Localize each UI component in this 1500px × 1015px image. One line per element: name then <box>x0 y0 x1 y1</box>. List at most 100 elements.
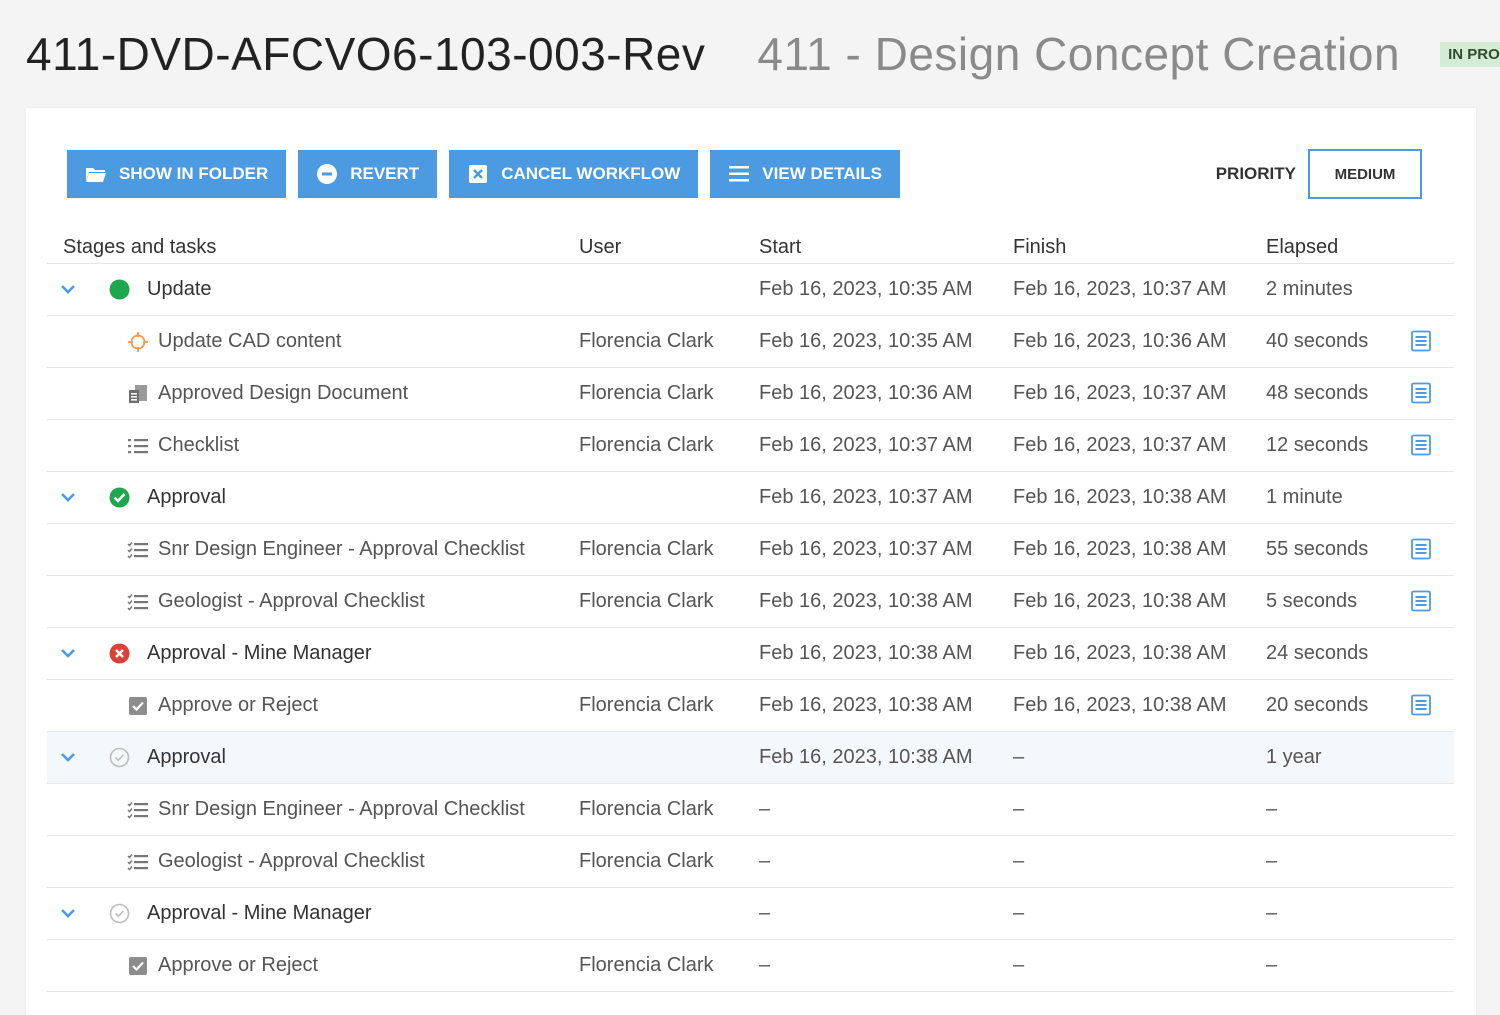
task-row[interactable]: Checklist Florencia Clark Feb 16, 2023, 10… <box>47 420 1454 472</box>
finish-time: – <box>1013 746 1025 768</box>
minus-circle-icon <box>316 163 338 185</box>
finish-time: Feb 16, 2023, 10:38 AM <box>1013 538 1227 560</box>
close-box-icon <box>467 163 489 185</box>
elapsed-time: 55 seconds <box>1266 538 1369 560</box>
column-header-user: User <box>579 236 622 258</box>
task-name: Update CAD content <box>158 330 342 352</box>
task-row[interactable]: Approved Design Document Florencia Clark F… <box>47 368 1454 420</box>
finish-time: – <box>1013 850 1025 872</box>
task-details-icon[interactable] <box>1410 590 1432 612</box>
task-name: Approve or Reject <box>158 694 319 716</box>
start-time: Feb 16, 2023, 10:38 AM <box>759 694 973 716</box>
start-time: – <box>759 850 771 872</box>
stage-name: Approval - Mine Manager <box>147 902 372 924</box>
elapsed-time: – <box>1266 798 1278 820</box>
task-row[interactable]: Geologist - Approval Checklist Florencia … <box>47 576 1454 628</box>
column-header-elapsed: Elapsed <box>1266 236 1339 258</box>
finish-time: Feb 16, 2023, 10:36 AM <box>1013 330 1227 352</box>
start-time: Feb 16, 2023, 10:35 AM <box>759 330 973 352</box>
stage-name: Update <box>147 278 212 300</box>
revert-button[interactable]: REVERT <box>298 150 438 198</box>
folder-icon <box>85 163 107 185</box>
start-time: Feb 16, 2023, 10:37 AM <box>759 486 973 508</box>
task-user: Florencia Clark <box>579 590 714 612</box>
task-row[interactable]: Snr Design Engineer - Approval Checklist… <box>47 784 1454 836</box>
priority-label: PRIORITY <box>1215 164 1296 183</box>
document-id: 411-DVD-AFCVO6-103-003-Rev <box>26 28 706 80</box>
show-in-folder-label: SHOW IN FOLDER <box>119 164 269 183</box>
elapsed-time: 12 seconds <box>1266 434 1369 456</box>
task-row[interactable]: Update CAD content Florencia Clark Feb 16,… <box>47 316 1454 368</box>
status-rejected-icon <box>109 643 130 664</box>
checklist-icon <box>127 591 149 613</box>
start-time: – <box>759 902 771 924</box>
chevron-down-icon[interactable] <box>59 280 77 298</box>
elapsed-time: 24 seconds <box>1266 642 1369 664</box>
table-body: Update Feb 16, 2023, 10:35 AM Feb 16, 2023… <box>47 264 1454 992</box>
cad-icon <box>127 331 149 353</box>
task-row[interactable]: Approve or Reject Florencia Clark – – – <box>47 940 1454 992</box>
finish-time: Feb 16, 2023, 10:37 AM <box>1013 382 1227 404</box>
view-details-button[interactable]: VIEW DETAILS <box>710 150 900 198</box>
stage-name: Approval <box>147 746 226 768</box>
chevron-down-icon[interactable] <box>59 904 77 922</box>
checklist-icon <box>127 539 149 561</box>
toolbar: SHOW IN FOLDER REVERT CANCEL WORKFLOW VI… <box>67 149 1422 199</box>
task-name: Approved Design Document <box>158 382 409 404</box>
task-user: Florencia Clark <box>579 694 714 716</box>
task-user: Florencia Clark <box>579 954 714 976</box>
start-time: Feb 16, 2023, 10:37 AM <box>759 538 973 560</box>
workflow-title: 411 - Design Concept Creation <box>757 28 1401 80</box>
finish-time: Feb 16, 2023, 10:38 AM <box>1013 694 1227 716</box>
start-time: Feb 16, 2023, 10:38 AM <box>759 642 973 664</box>
chevron-down-icon[interactable] <box>59 488 77 506</box>
chevron-down-icon[interactable] <box>59 748 77 766</box>
status-pending-icon <box>109 903 130 924</box>
elapsed-time: 40 seconds <box>1266 330 1369 352</box>
table-header: Stages and tasks User Start Finish Elaps… <box>47 230 1454 264</box>
stage-name: Approval <box>147 486 226 508</box>
finish-time: Feb 16, 2023, 10:37 AM <box>1013 434 1227 456</box>
stage-row[interactable]: Approval Feb 16, 2023, 10:38 AM – 1 year <box>47 732 1454 784</box>
show-in-folder-button[interactable]: SHOW IN FOLDER <box>67 150 287 198</box>
task-name: Geologist - Approval Checklist <box>158 850 425 872</box>
list-icon <box>127 435 149 457</box>
task-details-icon[interactable] <box>1410 694 1432 716</box>
elapsed-time: – <box>1266 954 1278 976</box>
task-row[interactable]: Snr Design Engineer - Approval Checklist… <box>47 524 1454 576</box>
stage-row[interactable]: Update Feb 16, 2023, 10:35 AM Feb 16, 2023… <box>47 264 1454 316</box>
finish-time: – <box>1013 902 1025 924</box>
finish-time: – <box>1013 798 1025 820</box>
view-details-label: VIEW DETAILS <box>762 164 882 183</box>
priority-select[interactable]: MEDIUM <box>1308 149 1422 199</box>
finish-time: – <box>1013 954 1025 976</box>
status-badge: IN PROGRESS <box>1440 41 1500 67</box>
start-time: – <box>759 798 771 820</box>
stage-row[interactable]: Approval - Mine Manager Feb 16, 2023, 10:… <box>47 628 1454 680</box>
stages-table: Stages and tasks User Start Finish Elaps… <box>47 230 1454 992</box>
elapsed-time: 1 year <box>1266 746 1322 768</box>
stage-row[interactable]: Approval Feb 16, 2023, 10:37 AM Feb 16, 20… <box>47 472 1454 524</box>
task-details-icon[interactable] <box>1410 434 1432 456</box>
stage-row[interactable]: Approval - Mine Manager – – – <box>47 888 1454 940</box>
column-header-stages: Stages and tasks <box>63 236 217 258</box>
cancel-workflow-button[interactable]: CANCEL WORKFLOW <box>449 150 699 198</box>
status-pending-icon <box>109 747 130 768</box>
task-row[interactable]: Geologist - Approval Checklist Florencia … <box>47 836 1454 888</box>
task-details-icon[interactable] <box>1410 382 1432 404</box>
task-name: Checklist <box>158 434 240 456</box>
start-time: Feb 16, 2023, 10:35 AM <box>759 278 973 300</box>
elapsed-time: 48 seconds <box>1266 382 1369 404</box>
task-name: Snr Design Engineer - Approval Checklist <box>158 538 525 560</box>
task-user: Florencia Clark <box>579 330 714 352</box>
elapsed-time: 2 minutes <box>1266 278 1353 300</box>
cancel-workflow-label: CANCEL WORKFLOW <box>501 164 681 183</box>
task-details-icon[interactable] <box>1410 538 1432 560</box>
start-time: Feb 16, 2023, 10:36 AM <box>759 382 973 404</box>
elapsed-time: 20 seconds <box>1266 694 1369 716</box>
task-details-icon[interactable] <box>1410 330 1432 352</box>
checklist-icon <box>127 799 149 821</box>
elapsed-time: – <box>1266 850 1278 872</box>
task-row[interactable]: Approve or Reject Florencia Clark Feb 16, … <box>47 680 1454 732</box>
chevron-down-icon[interactable] <box>59 644 77 662</box>
